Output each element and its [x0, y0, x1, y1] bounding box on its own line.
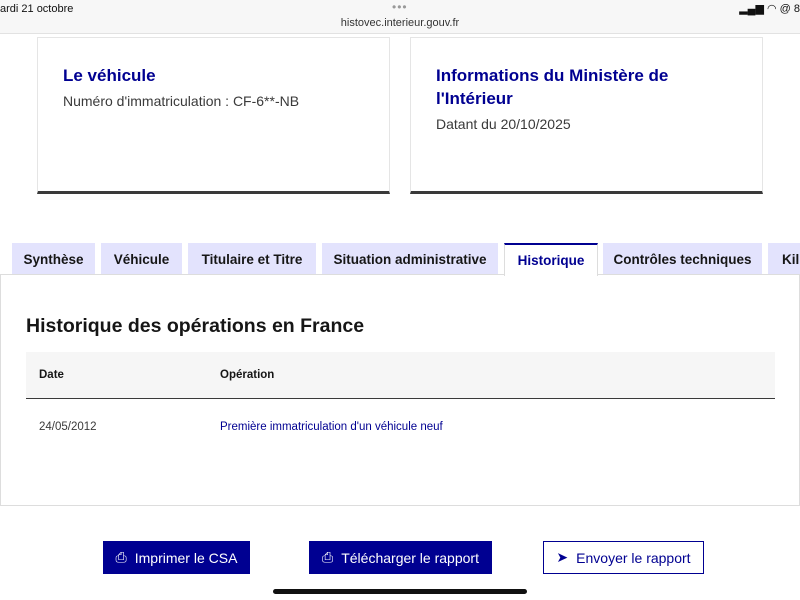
tab-titulaire[interactable]: Titulaire et Titre [188, 243, 316, 275]
column-date: Date [39, 369, 64, 381]
button-label: Imprimer le CSA [134, 549, 238, 566]
url-bar[interactable]: histovec.interieur.gouv.fr [0, 17, 800, 29]
print-csa-button[interactable]: ⎙ Imprimer le CSA [103, 541, 250, 574]
button-label: Envoyer le rapport [576, 549, 691, 566]
tab-situation[interactable]: Situation administrative [322, 243, 498, 275]
row-date: 24/05/2012 [39, 421, 97, 433]
battery-percent: 8 [793, 3, 800, 15]
table-row: 24/05/2012 Première immatriculation d'un… [26, 404, 775, 440]
printer-icon: ⎙ [322, 549, 334, 565]
orientation-lock-icon: @ [779, 3, 791, 15]
column-operation: Opération [220, 369, 275, 381]
download-report-button[interactable]: ⎙ Télécharger le rapport [309, 541, 492, 574]
tab-synthese[interactable]: Synthèse [12, 243, 95, 275]
registration-number: Numéro d'immatriculation : CF-6**-NB [63, 93, 300, 109]
signal-icon: ▂▄▆ [739, 3, 764, 15]
tab-kilometrage[interactable]: Kil [768, 243, 800, 275]
tab-controles[interactable]: Contrôles techniques [603, 243, 762, 275]
status-icons: ▂▄▆ ◠ @ 8 [739, 2, 800, 15]
wifi-icon: ◠ [766, 3, 777, 15]
send-report-button[interactable]: ➤ Envoyer le rapport [543, 541, 704, 574]
row-operation[interactable]: Première immatriculation d'un véhicule n… [220, 421, 443, 433]
printer-icon: ⎙ [115, 549, 127, 565]
more-dots-icon[interactable]: ••• [392, 0, 408, 14]
card-title: Informations du Ministère de l'Intérieur [436, 64, 668, 110]
data-date: Datant du 20/10/2025 [436, 116, 571, 132]
button-label: Télécharger le rapport [341, 549, 479, 566]
send-arrow-icon: ➤ [556, 549, 569, 565]
table-header: Date Opération [26, 352, 775, 399]
vehicle-card: Le véhicule Numéro d'immatriculation : C… [37, 37, 390, 194]
home-indicator [273, 589, 527, 594]
ministry-card: Informations du Ministère de l'Intérieur … [410, 37, 763, 194]
title-line: l'Intérieur [436, 89, 513, 108]
status-date: ardi 21 octobre [0, 3, 74, 15]
browser-status-bar: ardi 21 octobre ••• histovec.interieur.g… [0, 0, 800, 34]
tab-vehicule[interactable]: Véhicule [101, 243, 182, 275]
title-line: Informations du Ministère de [436, 66, 669, 85]
tab-historique[interactable]: Historique [504, 243, 598, 276]
section-title: Historique des opérations en France [26, 315, 365, 337]
card-title: Le véhicule [63, 66, 156, 85]
